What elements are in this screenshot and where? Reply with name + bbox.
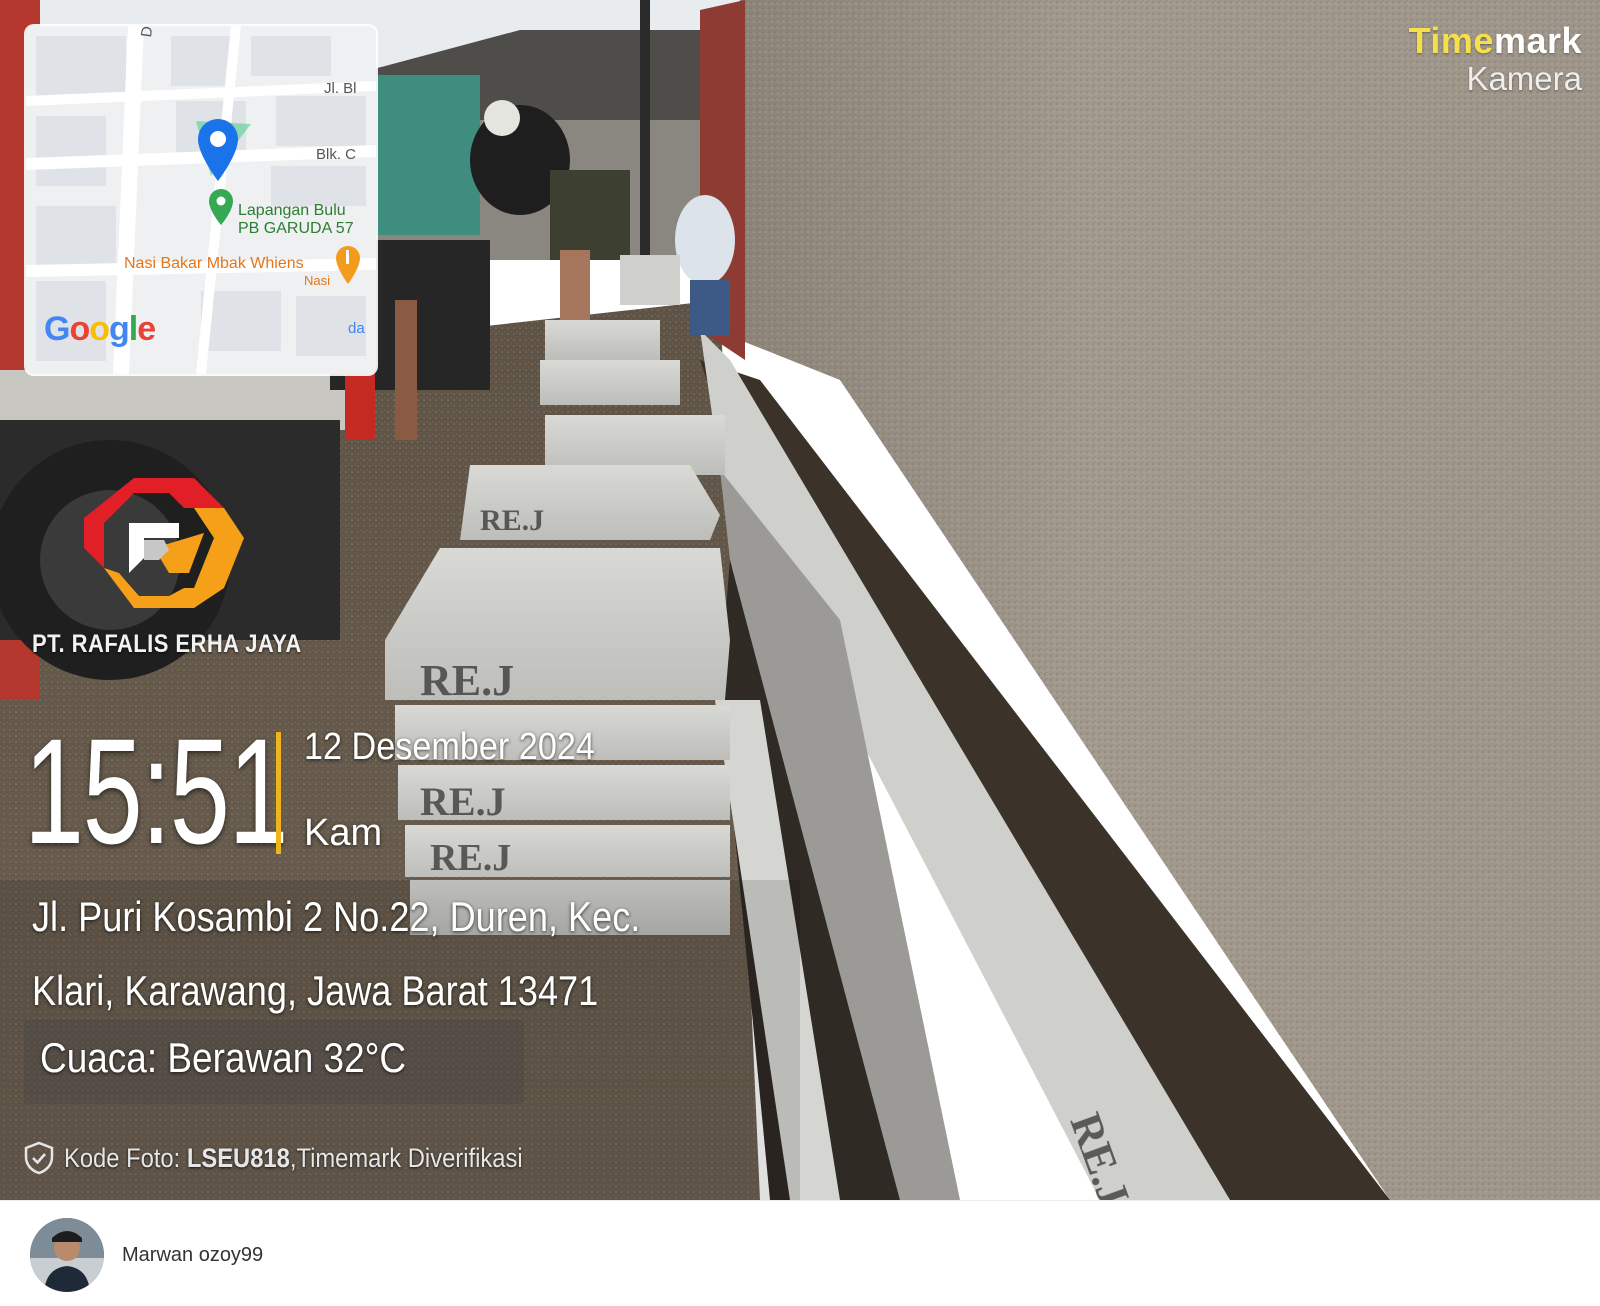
stamp-address-line1: Jl. Puri Kosambi 2 No.22, Duren, Kec.	[32, 893, 641, 940]
company-logo-icon	[84, 478, 244, 608]
svg-text:RE.J: RE.J	[430, 837, 511, 879]
verify-prefix: Kode Foto:	[64, 1142, 187, 1173]
svg-text:RE.J: RE.J	[480, 504, 544, 537]
stamp-time: 15:51	[24, 707, 289, 875]
stamp-divider	[276, 732, 281, 854]
map-edge-text: da	[348, 320, 365, 337]
company-name: PT. RAFALIS ERHA JAYA	[32, 630, 302, 658]
map-street-label: Blk. C	[316, 146, 357, 163]
username[interactable]: Marwan ozoy99	[122, 1244, 263, 1267]
stamp-address-line2: Klari, Karawang, Jawa Barat 13471	[32, 967, 599, 1014]
verification-line: Kode Foto: LSEU818,Timemark Diverifikasi	[22, 1140, 585, 1176]
map-street-label: Jl. Bl	[324, 80, 357, 97]
location-map[interactable]: Dur Jl. Bl Blk. C Lapangan Bulu PB GARUD…	[26, 26, 376, 374]
verify-code: LSEU818	[186, 1142, 290, 1173]
brand-name-highlight: Time	[1408, 20, 1494, 61]
verify-suffix: ,Timemark Diverifikasi	[289, 1142, 523, 1173]
map-place-green-2: PB GARUDA 57	[238, 220, 354, 237]
stamp-date: 12 Desember 2024	[304, 726, 595, 768]
svg-text:RE.J: RE.J	[420, 779, 506, 824]
avatar-image	[30, 1218, 104, 1292]
photo[interactable]: RE.J RE.J RE.J RE.J RE.J Timemark Kamera	[0, 0, 1600, 1200]
stamp-weather: Cuaca: Berawan 32°C	[40, 1034, 407, 1081]
brand-name-rest: mark	[1493, 20, 1582, 61]
avatar[interactable]	[30, 1218, 104, 1292]
timemark-brand: Timemark Kamera	[1409, 20, 1582, 98]
map-place-orange-sub: Nasi	[304, 273, 331, 288]
svg-text:RE.J: RE.J	[420, 656, 514, 705]
shield-check-icon	[24, 1141, 54, 1175]
map-place-orange: Nasi Bakar Mbak Whiens	[124, 255, 304, 272]
brand-subtitle: Kamera	[1466, 60, 1582, 97]
app-root: RE.J RE.J RE.J RE.J RE.J Timemark Kamera	[0, 0, 1600, 1306]
stamp-day: Kam	[304, 812, 383, 854]
map-place-green-1: Lapangan Bulu	[238, 202, 346, 219]
stamp-address: Jl. Puri Kosambi 2 No.22, Duren, Kec. Kl…	[32, 880, 772, 1028]
brand-name: Timemark	[1409, 20, 1582, 62]
google-logo: Google	[44, 310, 156, 348]
verification-text: Kode Foto: LSEU818,Timemark Diverifikasi	[64, 1143, 523, 1174]
